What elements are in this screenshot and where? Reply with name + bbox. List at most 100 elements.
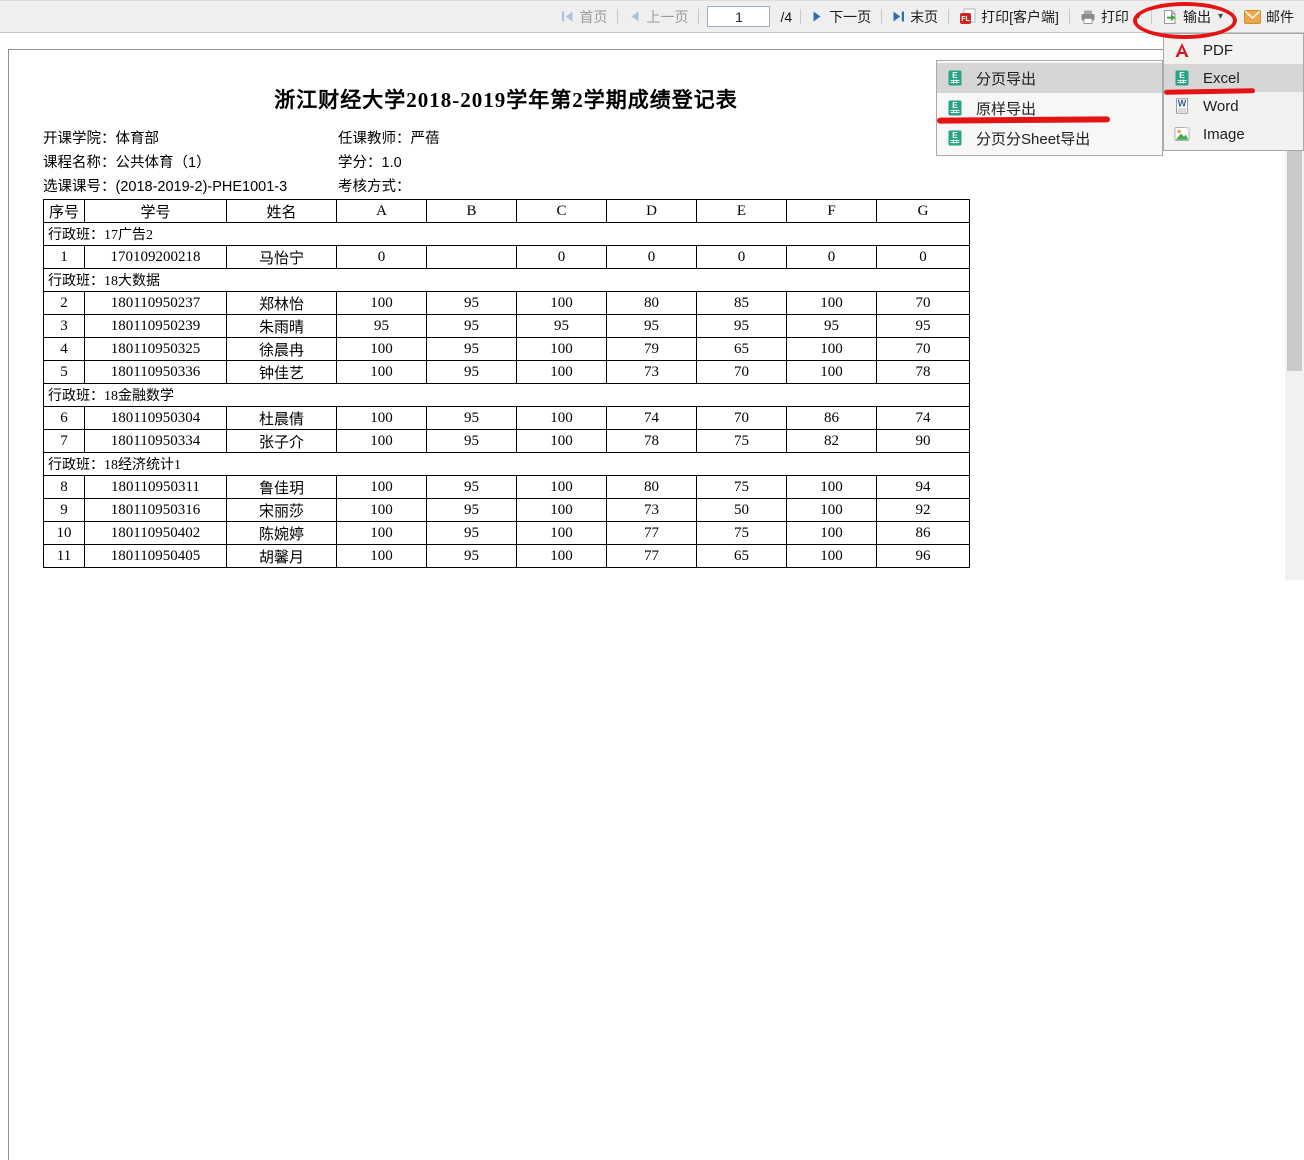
cell-student-name: 张子介 [227,430,337,453]
cell-score: 75 [697,430,787,453]
cell-score: 100 [517,292,607,315]
word-file-icon: W [1174,98,1190,114]
cell-student-id: 170109200218 [85,246,227,269]
mail-label: 邮件 [1266,7,1294,27]
svg-text:E: E [952,70,958,80]
cell-score: 73 [607,499,697,522]
excel-submenu-item-label: 分页分Sheet导出 [976,128,1090,149]
cell-score: 100 [517,522,607,545]
excel-submenu-item-paged-export[interactable]: E分页导出 [937,63,1162,93]
cell-score: 95 [427,315,517,338]
mail-button[interactable]: 邮件 [1242,7,1296,27]
export-menu-item-image[interactable]: Image [1164,120,1303,148]
cell-score: 100 [337,338,427,361]
printer-icon [1080,9,1096,25]
course-teacher: 任课教师：严蓓 [338,127,440,151]
report-page: 浙江财经大学2018-2019学年第2学期成绩登记表 开课学院：体育部 任课教师… [8,49,1285,1160]
student-row: 2180110950237郑林怡10095100808510070 [44,292,970,315]
cell-student-name: 杜晨倩 [227,407,337,430]
cell-student-name: 朱雨晴 [227,315,337,338]
cell-score: 85 [697,292,787,315]
cell-seq: 6 [44,407,85,430]
separator [1069,9,1070,24]
cell-score: 95 [337,315,427,338]
cell-score: 95 [427,499,517,522]
cell-score: 100 [517,361,607,384]
class-group-label: 行政班：18金融数学 [44,384,970,407]
cell-score: 100 [337,499,427,522]
column-header: E [697,200,787,223]
cell-score: 100 [517,430,607,453]
export-button[interactable]: 输出 ▾ [1160,7,1225,27]
class-group-row: 行政班：18经济统计1 [44,453,970,476]
cell-score: 100 [787,499,877,522]
column-header: 姓名 [227,200,337,223]
prev-page-icon [628,10,641,23]
export-icon [1162,9,1178,25]
cell-student-id: 180110950311 [85,476,227,499]
cell-score: 80 [607,476,697,499]
svg-text:E: E [1179,70,1185,80]
cell-score: 78 [877,361,970,384]
cell-score: 77 [607,545,697,568]
print-client-button[interactable]: FL 打印[客户端] [957,7,1061,27]
prev-page-label: 上一页 [646,7,688,27]
toolbar: 首页 上一页 /4 下一页 末页 FL 打印[客户端] 打印 ▾ [0,0,1304,33]
cell-score: 100 [787,361,877,384]
export-menu-item-word[interactable]: WWord [1164,92,1303,120]
student-row: 3180110950239朱雨晴95959595959595 [44,315,970,338]
flash-print-icon: FL [959,8,976,25]
dropdown-caret-icon: ▾ [1218,11,1223,22]
first-page-label: 首页 [579,7,607,27]
cell-student-name: 鲁佳玥 [227,476,337,499]
student-row: 1170109200218马怡宁000000 [44,246,970,269]
cell-student-name: 陈婉婷 [227,522,337,545]
cell-score: 100 [337,407,427,430]
excel-submenu-item-paged-sheet-export[interactable]: E分页分Sheet导出 [937,123,1162,153]
grade-table: 序号学号姓名ABCDEFG 行政班：17广告21170109200218马怡宁0… [43,199,970,568]
student-row: 6180110950304杜晨倩1009510074708674 [44,407,970,430]
last-page-button[interactable]: 末页 [890,7,940,27]
course-info: 开课学院：体育部 任课教师：严蓓 课程名称：公共体育（1） 学分：1.0 选课课… [43,127,969,199]
cell-score: 0 [607,246,697,269]
separator [1233,9,1234,24]
print-client-label: 打印[客户端] [981,7,1059,27]
last-page-icon [892,10,905,23]
cell-seq: 5 [44,361,85,384]
cell-student-name: 胡馨月 [227,545,337,568]
column-header: B [427,200,517,223]
cell-score: 95 [877,315,970,338]
course-credit: 学分：1.0 [338,151,402,175]
cell-score: 100 [787,338,877,361]
column-header: C [517,200,607,223]
cell-student-id: 180110950334 [85,430,227,453]
student-row: 5180110950336钟佳艺10095100737010078 [44,361,970,384]
excel-submenu-item-original-export[interactable]: E原样导出 [937,93,1162,123]
print-button[interactable]: 打印 ▾ [1078,7,1143,27]
cell-student-id: 180110950304 [85,407,227,430]
page-number-input[interactable] [707,6,770,27]
cell-score: 95 [607,315,697,338]
next-page-button[interactable]: 下一页 [809,7,873,27]
cell-score: 86 [877,522,970,545]
cell-score: 95 [427,292,517,315]
cell-score: 75 [697,476,787,499]
export-menu-item-excel[interactable]: EExcel [1164,64,1303,92]
first-page-button[interactable]: 首页 [559,7,609,27]
column-header: G [877,200,970,223]
excel-file-icon: E [947,100,963,116]
separator [881,9,882,24]
cell-seq: 1 [44,246,85,269]
cell-score: 100 [787,292,877,315]
column-header: F [787,200,877,223]
table-header-row: 序号学号姓名ABCDEFG [44,200,970,223]
course-college: 开课学院：体育部 [43,131,159,147]
student-row: 9180110950316宋丽莎10095100735010092 [44,499,970,522]
cell-score: 0 [337,246,427,269]
course-code: 选课课号：(2018-2019-2)-PHE1001-3 [43,179,287,195]
cell-score: 100 [517,476,607,499]
prev-page-button[interactable]: 上一页 [626,7,690,27]
export-menu-item-pdf[interactable]: PDF [1164,36,1303,64]
cell-score: 92 [877,499,970,522]
student-row: 7180110950334张子介1009510078758290 [44,430,970,453]
